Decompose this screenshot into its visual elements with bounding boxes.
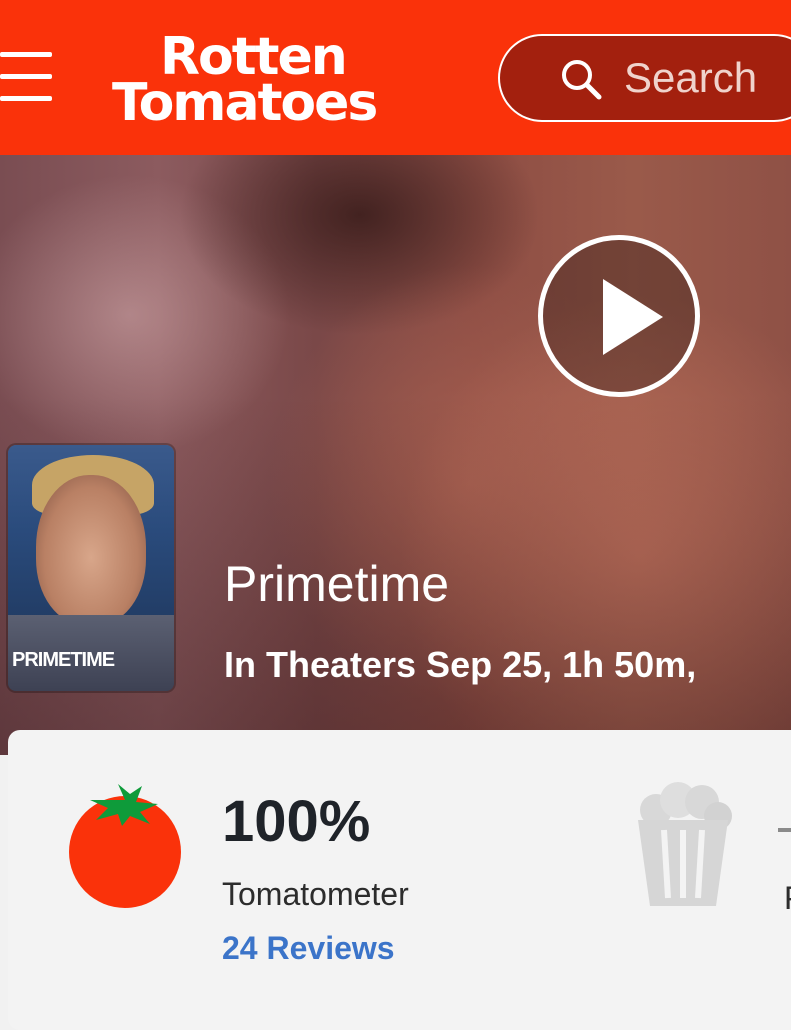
poster-face <box>36 475 146 625</box>
popcorn-icon <box>638 782 732 906</box>
tomatometer-label: Tomatometer <box>222 876 409 912</box>
reviews-count-link[interactable]: 24 Reviews <box>222 930 395 967</box>
hamburger-menu-button[interactable] <box>0 52 56 104</box>
play-trailer-button[interactable] <box>538 235 700 397</box>
tomatometer-score: 100% <box>222 789 371 854</box>
play-icon <box>603 279 663 355</box>
poster-title-text: PRIMETIME <box>12 649 115 671</box>
menu-icon-bar <box>0 52 52 57</box>
score-panel: 100% Tomatometer 24 Reviews P <box>8 730 791 1030</box>
rotten-tomatoes-logo[interactable]: Rotten Tomatoes <box>112 30 442 130</box>
menu-icon-bar <box>0 96 52 101</box>
search-icon <box>562 60 602 100</box>
search-placeholder: Search <box>624 54 758 101</box>
logo-line-tomatoes: Tomatoes <box>112 73 378 133</box>
tomato-icon <box>69 784 181 908</box>
movie-release-info: In Theaters Sep 25, 1h 50m, <box>224 644 697 685</box>
audience-score-placeholder <box>778 828 791 832</box>
search-field[interactable]: Search <box>498 34 791 122</box>
audience-score-label: P <box>784 880 791 917</box>
menu-icon-bar <box>0 74 52 79</box>
movie-poster[interactable]: PRIMETIME <box>8 445 174 691</box>
movie-title: Primetime <box>224 556 450 612</box>
top-navigation-bar: Rotten Tomatoes Search <box>0 0 791 155</box>
